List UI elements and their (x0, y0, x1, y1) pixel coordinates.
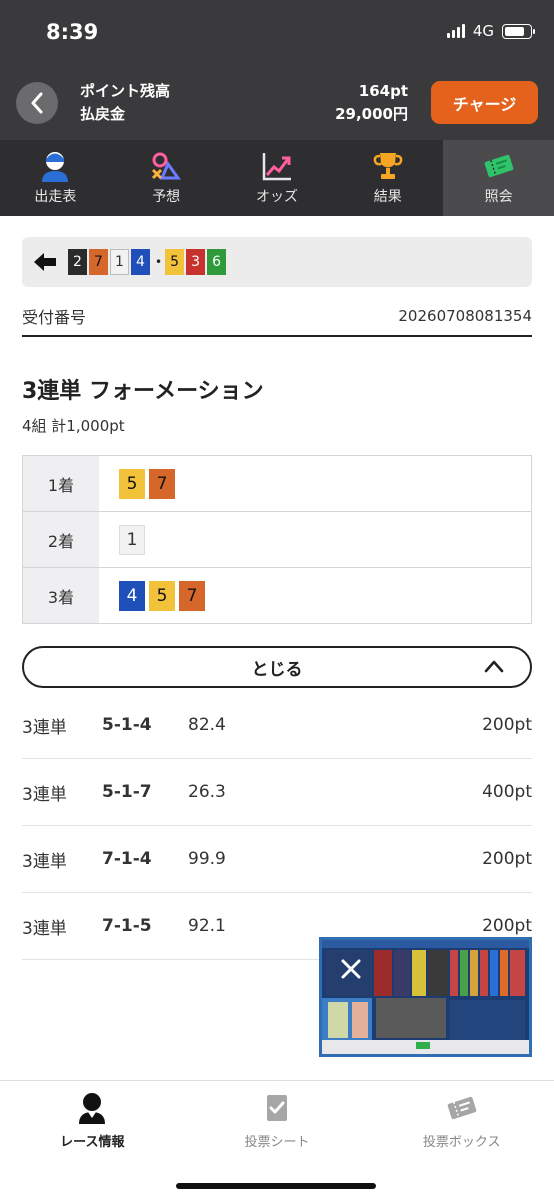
point-balance-label: ポイント残高 (80, 82, 171, 100)
place-row-second: 2着 1 (23, 512, 531, 568)
receipt-label: 受付番号 (22, 308, 87, 327)
place-numbers: 5 7 (99, 456, 177, 511)
back-button[interactable] (16, 82, 58, 124)
tab-label: 照会 (484, 189, 513, 205)
prediction-icon (152, 152, 182, 180)
combo-numbers: 7-1-4 (102, 849, 152, 869)
ticket-icon (484, 154, 513, 178)
combo-type: 3連単 (22, 918, 67, 939)
odds-chart-icon (262, 153, 291, 181)
combo-points: 200pt (482, 916, 532, 936)
racer-icon (42, 152, 69, 182)
refund-value: 29,000円 (335, 105, 408, 123)
network-type: 4G (472, 22, 494, 40)
formation-table: 1着 5 7 2着 1 3着 4 5 7 (22, 455, 532, 624)
tab-label: オッズ (255, 189, 298, 205)
chevron-up-icon (484, 660, 504, 673)
tab-label: 出走表 (34, 189, 77, 205)
live-video-player[interactable] (319, 937, 532, 1057)
tab-odds[interactable]: オッズ (222, 140, 333, 216)
combo-odds: 92.1 (188, 916, 226, 936)
arrow-left-icon (34, 253, 56, 271)
chevron-left-icon (31, 92, 43, 114)
place-row-first: 1着 5 7 (23, 456, 531, 512)
combo-odds: 99.9 (188, 849, 226, 869)
nav-label: レース情報 (60, 1135, 125, 1150)
tab-label: 予想 (152, 189, 181, 205)
separator-dot: • (155, 255, 163, 269)
balance-labels: ポイント残高 払戻金 (80, 80, 170, 126)
combo-points: 200pt (482, 849, 532, 869)
combo-numbers: 5-1-4 (102, 715, 152, 735)
list-item: 3連単 5-1-7 26.3 400pt (22, 759, 532, 826)
tab-bar: 出走表 予想 オッズ 結果 照会 (0, 140, 554, 216)
bet-summary: 4組 計1,000pt (22, 417, 125, 435)
ticket-box-icon (447, 1096, 476, 1120)
nav-label: 投票シート (244, 1135, 310, 1150)
boat-number: 7 (149, 468, 175, 499)
boat-number: 5 (119, 468, 145, 499)
nav-ticket-box[interactable]: 投票ボックス (369, 1081, 554, 1200)
place-label: 1着 (23, 456, 99, 511)
boat-number: 5 (149, 580, 175, 611)
status-time: 8:39 (46, 20, 99, 44)
close-icon[interactable] (338, 956, 364, 982)
place-label: 2着 (23, 512, 99, 567)
refund-label: 払戻金 (80, 105, 126, 123)
combo-numbers: 5-1-7 (102, 782, 152, 802)
close-label: とじる (251, 659, 303, 680)
combo-numbers: 7-1-5 (102, 916, 152, 936)
combo-type: 3連単 (22, 717, 67, 738)
boat-number: 2 (68, 249, 87, 275)
boat-number: 7 (89, 249, 108, 275)
tab-prediction[interactable]: 予想 (111, 140, 222, 216)
combo-points: 400pt (482, 782, 532, 802)
boat-number: 7 (179, 580, 205, 611)
home-indicator[interactable] (176, 1183, 376, 1189)
place-numbers: 1 (99, 512, 147, 567)
tab-race-card[interactable]: 出走表 (0, 140, 111, 216)
status-indicators: 4G (446, 22, 535, 40)
nav-race-info[interactable]: レース情報 (0, 1081, 185, 1200)
nav-label: 投票ボックス (422, 1135, 501, 1150)
selection-summary-strip: 2 7 1 4 • 5 3 6 (22, 237, 532, 287)
tab-label: 結果 (373, 189, 402, 205)
vote-sheet-icon (267, 1095, 287, 1121)
boat-number: 5 (165, 249, 185, 275)
battery-icon (502, 23, 535, 39)
point-balance-value: 164pt (358, 82, 408, 100)
status-bar: 8:39 4G (0, 0, 554, 68)
combo-type: 3連単 (22, 851, 67, 872)
tab-result[interactable]: 結果 (332, 140, 443, 216)
boat-number: 1 (119, 524, 145, 555)
receipt-value: 20260708081354 (398, 307, 532, 325)
boat-number: 4 (119, 580, 145, 611)
combo-type: 3連単 (22, 784, 67, 805)
combination-list: 3連単 5-1-4 82.4 200pt 3連単 5-1-7 26.3 400p… (22, 692, 532, 960)
combo-odds: 82.4 (188, 715, 226, 735)
trophy-icon (373, 153, 403, 179)
app-header: ポイント残高 払戻金 164pt 29,000円 チャージ (0, 68, 554, 140)
combo-odds: 26.3 (188, 782, 226, 802)
boat-number: 4 (131, 249, 150, 275)
place-row-third: 3着 4 5 7 (23, 568, 531, 623)
boat-number: 1 (110, 249, 129, 275)
charge-button[interactable]: チャージ (431, 81, 538, 124)
racer-icon (79, 1093, 106, 1124)
bottom-navigation: レース情報 投票シート 投票ボックス (0, 1080, 554, 1200)
list-item: 3連単 5-1-4 82.4 200pt (22, 692, 532, 759)
combo-points: 200pt (482, 715, 532, 735)
receipt-number-row: 受付番号 20260708081354 (22, 297, 532, 337)
list-item: 3連単 7-1-4 99.9 200pt (22, 826, 532, 893)
tab-inquiry[interactable]: 照会 (443, 140, 554, 216)
place-numbers: 4 5 7 (99, 568, 207, 623)
close-button[interactable]: とじる (22, 646, 532, 688)
signal-icon (446, 24, 465, 38)
bet-type-title: 3連単 フォーメーション (22, 379, 264, 404)
boat-number: 6 (207, 249, 227, 275)
boat-number: 3 (186, 249, 206, 275)
place-label: 3着 (23, 568, 99, 623)
balance-values: 164pt 29,000円 (335, 80, 408, 126)
